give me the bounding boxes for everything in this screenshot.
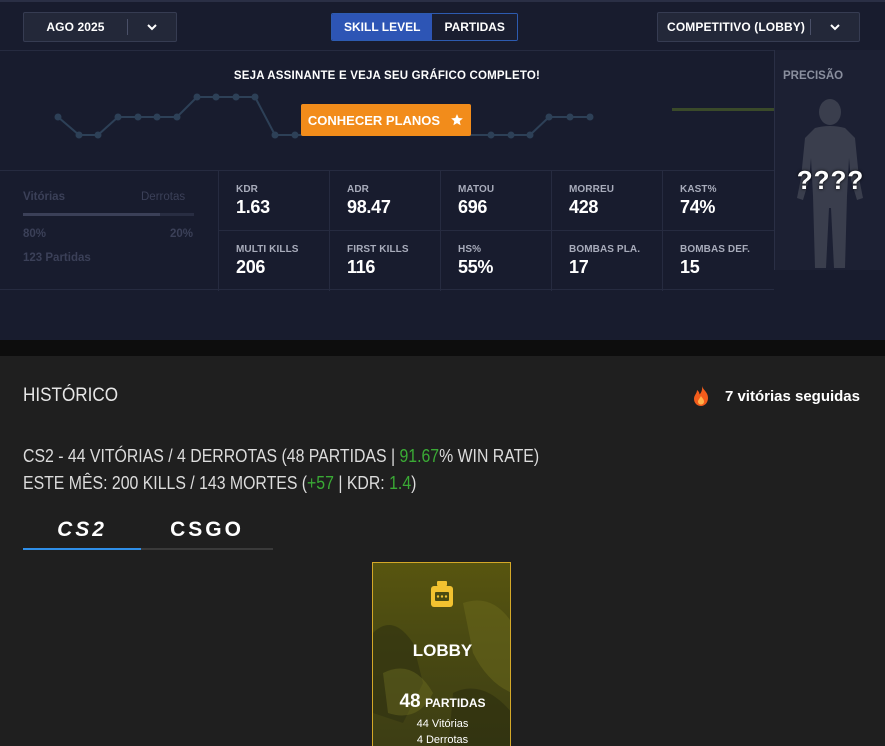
tab-cs2[interactable]: CS2 xyxy=(23,510,141,550)
stat-bombs-planted: BOMBAS PLA. 17 xyxy=(552,231,663,291)
view-toggle: SKILL LEVEL PARTIDAS xyxy=(331,13,518,41)
stat-first-kills: FIRST KILLS 116 xyxy=(330,231,441,291)
lobby-matches: 48 PARTIDAS xyxy=(373,691,510,713)
plans-button-label: CONHECER PLANOS xyxy=(307,112,441,128)
kill-diff-value: +57 xyxy=(307,473,334,493)
precision-panel: PRECISÃO ???? xyxy=(774,50,885,270)
stat-adr: ADR 98.47 xyxy=(330,171,441,231)
star-icon xyxy=(451,114,463,126)
stat-value: 428 xyxy=(569,197,599,217)
chevron-down-icon[interactable] xyxy=(811,21,859,33)
win-rate-value: 91.67 xyxy=(399,446,440,466)
lobby-matches-count: 48 xyxy=(399,691,421,712)
history-summary: CS2 - 44 VITÓRIAS / 4 DERROTAS (48 PARTI… xyxy=(23,443,539,497)
stat-value: 696 xyxy=(458,197,488,217)
month-summary-suffix: ) xyxy=(411,473,417,493)
month-summary: ESTE MÊS: 200 KILLS / 143 MORTES (+57 | … xyxy=(23,470,539,497)
toggle-partidas[interactable]: PARTIDAS xyxy=(432,14,517,40)
lobby-wins: 44 Vitórias xyxy=(416,718,469,730)
subscribe-message: SEJA ASSINANTE E VEJA SEU GRÁFICO COMPLE… xyxy=(233,70,541,82)
section-divider xyxy=(0,340,885,356)
stat-value: 116 xyxy=(347,257,376,277)
stat-label: BOMBAS PLA. xyxy=(569,244,641,255)
mode-selector[interactable]: COMPETITIVO (LOBBY) xyxy=(657,12,860,42)
stat-deaths: MORREU 428 xyxy=(552,171,663,231)
losses-label: Derrotas xyxy=(141,191,186,203)
win-streak: 7 vitórias seguidas xyxy=(689,384,860,408)
blurred-winrate: Vitórias Derrotas 80% 20% 123 Partidas xyxy=(0,171,219,291)
precision-title: PRECISÃO xyxy=(783,70,844,82)
month-kdr-value: 1.4 xyxy=(389,473,412,493)
tab-csgo[interactable]: CSGO xyxy=(141,510,273,550)
lobby-matches-label: PARTIDAS xyxy=(425,696,486,710)
stat-kast: KAST% 74% xyxy=(663,171,774,231)
chevron-down-icon[interactable] xyxy=(128,21,176,33)
stat-label: HS% xyxy=(458,244,482,255)
stat-label: ADR xyxy=(347,184,369,195)
stat-label: MORREU xyxy=(569,184,615,195)
stat-value: 1.63 xyxy=(236,197,270,217)
stat-kdr: KDR 1.63 xyxy=(219,171,330,231)
stat-value: 74% xyxy=(680,197,716,217)
loss-percentage: 20% xyxy=(170,228,194,240)
win-streak-label: 7 vitórias seguidas xyxy=(724,387,860,405)
month-selector[interactable]: AGO 2025 xyxy=(23,12,177,42)
stat-bombs-defused: BOMBAS DEF. 15 xyxy=(663,231,774,291)
season-summary-suffix: % WIN RATE) xyxy=(439,446,540,466)
stat-value: 55% xyxy=(458,257,494,277)
win-percentage: 80% xyxy=(23,228,47,240)
month-selector-label: AGO 2025 xyxy=(46,20,105,34)
season-summary-text: CS2 - 44 VITÓRIAS / 4 DERROTAS (48 PARTI… xyxy=(23,446,400,466)
graph-reference-line xyxy=(672,108,774,111)
toggle-skill-level[interactable]: SKILL LEVEL xyxy=(332,14,433,40)
stat-label: MATOU xyxy=(458,184,495,195)
stat-multi-kills: MULTI KILLS 206 xyxy=(219,231,330,291)
stats-grid: KDR 1.63 ADR 98.47 MATOU 696 MORREU 428 KAST… xyxy=(219,171,774,291)
lobby-losses: 4 Derrotas xyxy=(416,734,469,746)
stat-label: FIRST KILLS xyxy=(347,244,409,255)
plans-button[interactable]: CONHECER PLANOS xyxy=(301,104,471,136)
stats-panel: AGO 2025 SKILL LEVEL PARTIDAS COMPETITIV… xyxy=(0,0,885,340)
stat-label: KAST% xyxy=(680,184,717,195)
stat-label: MULTI KILLS xyxy=(236,244,299,255)
active-tab-indicator xyxy=(23,548,141,550)
history-title: HISTÓRICO xyxy=(23,385,119,406)
top-border xyxy=(0,0,885,2)
month-summary-separator: | KDR: xyxy=(333,473,390,493)
lobby-card[interactable]: LOBBY 48 PARTIDAS 44 Vitórias 4 Derrotas xyxy=(372,562,511,746)
stat-value: 98.47 xyxy=(347,197,391,217)
month-summary-text: ESTE MÊS: 200 KILLS / 143 MORTES ( xyxy=(23,473,308,493)
stat-value: 17 xyxy=(569,257,589,277)
stat-kills: MATOU 696 xyxy=(441,171,552,231)
wins-label: Vitórias xyxy=(23,191,65,203)
flame-icon xyxy=(693,386,708,406)
precision-hidden-value: ???? xyxy=(796,165,865,195)
stat-label: BOMBAS DEF. xyxy=(680,244,750,255)
stat-value: 15 xyxy=(680,257,700,277)
stat-hs: HS% 55% xyxy=(441,231,552,291)
lobby-card-title: LOBBY xyxy=(412,641,473,660)
winrate-bar xyxy=(23,213,194,216)
season-summary: CS2 - 44 VITÓRIAS / 4 DERROTAS (48 PARTI… xyxy=(23,443,539,470)
stats-row: Vitórias Derrotas 80% 20% 123 Partidas K… xyxy=(0,170,774,291)
matches-total: 123 Partidas xyxy=(23,252,91,264)
game-tabs: CS2 CSGO xyxy=(23,510,273,550)
badge-icon xyxy=(431,581,453,607)
mode-selector-label: COMPETITIVO (LOBBY) xyxy=(667,20,805,34)
stat-value: 206 xyxy=(236,257,266,277)
stat-label: KDR xyxy=(236,184,258,195)
